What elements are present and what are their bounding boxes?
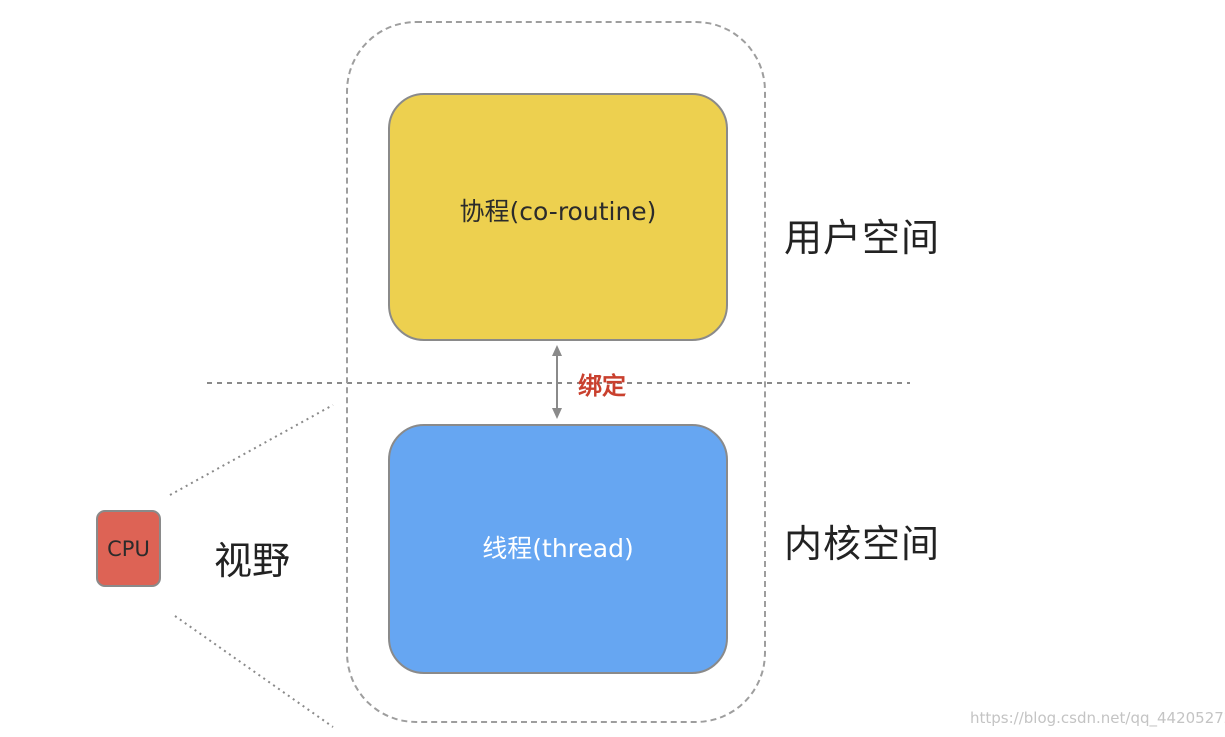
coroutine-box: 协程(co-routine): [388, 93, 728, 341]
view-lower-line: [174, 615, 334, 728]
watermark: https://blog.csdn.net/qq_44205272: [970, 709, 1225, 727]
kernel-space-label: 内核空间: [784, 522, 941, 566]
coroutine-label: 协程(co-routine): [459, 197, 657, 226]
view-upper-line: [169, 404, 334, 496]
thread-label: 线程(thread): [482, 534, 634, 563]
user-space-label: 用户空间: [784, 216, 941, 260]
cpu-label: CPU: [107, 536, 150, 561]
view-label: 视野: [214, 539, 291, 583]
cpu-chip: CPU: [96, 510, 161, 587]
thread-box: 线程(thread): [388, 424, 728, 674]
binding-label: 绑定: [578, 372, 626, 400]
